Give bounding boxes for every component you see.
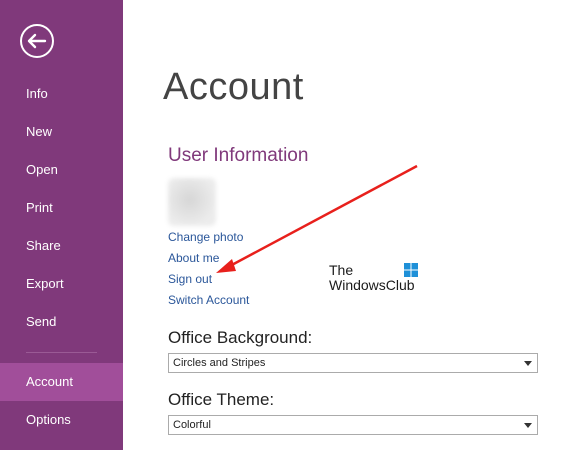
sidebar-item-open[interactable]: Open	[0, 151, 123, 189]
windows-logo-icon	[404, 263, 418, 277]
watermark-line-1: The	[329, 262, 354, 278]
watermark-line-2: WindowsClub	[329, 277, 415, 293]
back-arrow-icon[interactable]	[19, 23, 55, 59]
chevron-down-icon	[524, 423, 532, 428]
sidebar-item-export[interactable]: Export	[0, 265, 123, 303]
sign-out-link[interactable]: Sign out	[168, 272, 212, 286]
office-theme-select[interactable]: Colorful	[168, 415, 538, 435]
switch-account-link[interactable]: Switch Account	[168, 293, 249, 307]
page-title: Account	[163, 66, 304, 108]
sidebar-item-account[interactable]: Account	[0, 363, 123, 401]
backstage-sidebar: Info New Open Print Share Export Send Ac…	[0, 0, 123, 450]
watermark-text: The WindowsClub	[329, 263, 415, 293]
account-panel: Account User Information Change photo Ab…	[123, 0, 574, 450]
office-background-value: Circles and Stripes	[173, 357, 266, 369]
change-photo-link[interactable]: Change photo	[168, 230, 243, 244]
sidebar-divider	[26, 352, 97, 353]
office-background-select[interactable]: Circles and Stripes	[168, 353, 538, 373]
sidebar-item-info[interactable]: Info	[0, 75, 123, 113]
office-theme-value: Colorful	[173, 419, 211, 431]
sidebar-item-print[interactable]: Print	[0, 189, 123, 227]
sidebar-item-send[interactable]: Send	[0, 303, 123, 341]
office-background-label: Office Background:	[168, 328, 313, 347]
sidebar-item-new[interactable]: New	[0, 113, 123, 151]
chevron-down-icon	[524, 361, 532, 366]
avatar	[168, 178, 216, 226]
about-me-link[interactable]: About me	[168, 251, 219, 265]
office-theme-label: Office Theme:	[168, 390, 275, 409]
sidebar-item-options[interactable]: Options	[0, 401, 123, 439]
sidebar-item-share[interactable]: Share	[0, 227, 123, 265]
user-information-heading: User Information	[168, 145, 309, 166]
